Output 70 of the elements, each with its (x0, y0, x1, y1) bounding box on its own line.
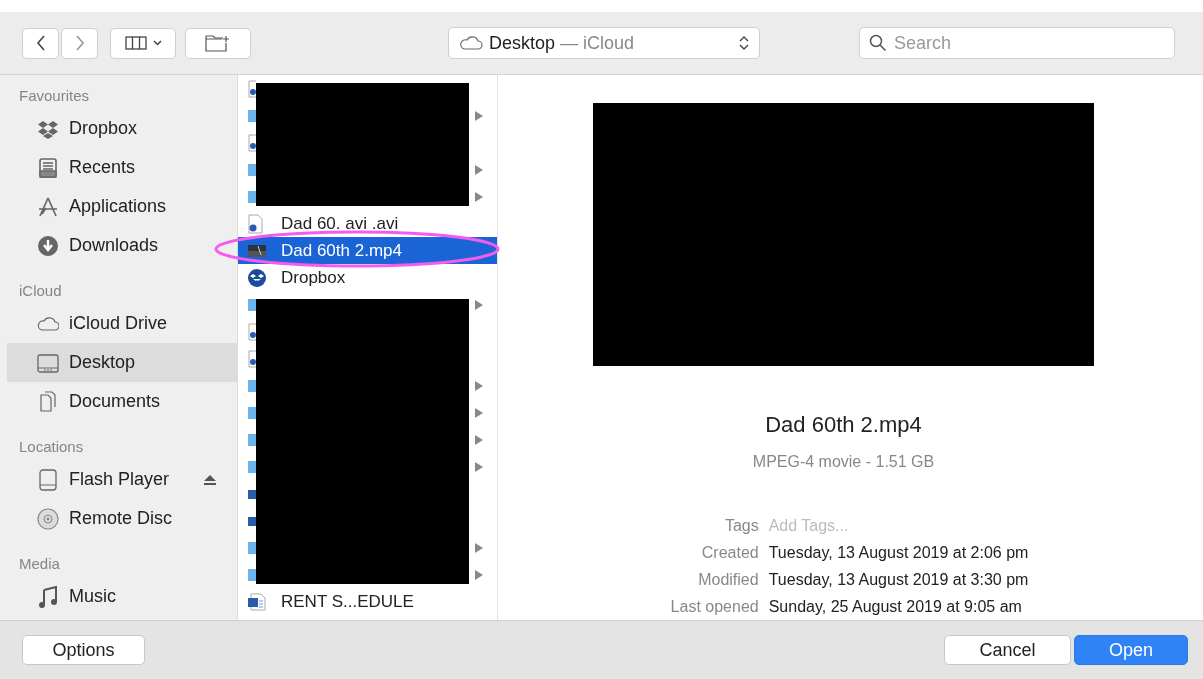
disclosure-icon (475, 191, 483, 202)
field-label: Last opened (670, 597, 759, 617)
file-info: MPEG-4 movie - 1.51 GB (752, 452, 935, 472)
section-header: Locations (18, 437, 85, 458)
new-folder-icon (205, 34, 231, 52)
file-row[interactable]: RENT S...EDULE (238, 588, 497, 615)
cloud-icon (459, 36, 483, 50)
caret-icon (152, 40, 162, 46)
doc-icon (248, 79, 256, 98)
documents-icon (37, 390, 59, 413)
file-name: Dad 60th 2.mp4 (765, 411, 922, 439)
sidebar-item[interactable]: Applications (7, 187, 237, 226)
field-label: Tags (723, 516, 759, 536)
disc-icon (37, 507, 59, 530)
location-label: Desktop — iCloud (489, 31, 635, 55)
section-header: iCloud (18, 281, 63, 302)
view-button[interactable] (110, 27, 176, 59)
downloads-icon (37, 234, 59, 257)
disclosure-icon (475, 434, 483, 445)
sidebar-item[interactable]: Recents (7, 148, 237, 187)
field-value: Tuesday, 13 August 2019 at 3:30 pm (768, 570, 1029, 590)
desktop-icon (37, 351, 59, 374)
back-icon (35, 35, 46, 51)
eject-icon[interactable] (203, 473, 217, 486)
disclosure-icon (475, 569, 483, 580)
word-file-icon (247, 591, 267, 612)
sidebar-item[interactable]: Documents (7, 382, 237, 421)
dialog-button[interactable]: Open (1074, 635, 1188, 665)
new-folder-button[interactable] (185, 27, 251, 59)
search-icon (869, 34, 887, 52)
stepper-icon (739, 35, 749, 51)
disclosure-icon (475, 110, 483, 121)
section-header: Favourites (18, 86, 91, 107)
disclosure-icon (475, 299, 483, 310)
sidebar-item[interactable]: Flash Player (7, 460, 237, 499)
recents-icon (37, 156, 59, 179)
field-label: Modified (697, 570, 759, 590)
field-label: Created (700, 543, 759, 563)
back-button[interactable] (22, 27, 59, 59)
disclosure-icon (475, 164, 483, 175)
disclosure-icon (475, 380, 483, 391)
location-popup[interactable]: Desktop — iCloud (448, 27, 760, 59)
sidebar-item[interactable]: Desktop (7, 343, 237, 382)
file-row[interactable]: Dad 60. avi .avi (238, 210, 497, 237)
field-value: Tuesday, 13 August 2019 at 2:06 pm (768, 543, 1029, 563)
tags-field[interactable]: Add Tags... (768, 512, 969, 539)
file-row[interactable]: Dropbox (238, 264, 497, 291)
forward-icon (74, 35, 85, 51)
dialog-button[interactable]: Options (22, 635, 145, 665)
columns-icon (124, 36, 147, 50)
applications-icon (37, 195, 59, 218)
disclosure-icon (475, 407, 483, 418)
section-header: Media (18, 554, 61, 575)
field-value: Sunday, 25 August 2019 at 9:05 am (768, 597, 1023, 617)
sidebar-item[interactable]: Dropbox (7, 109, 237, 148)
dropbox-file-icon (247, 267, 267, 288)
sidebar-item[interactable]: Remote Disc (7, 499, 237, 538)
file-row[interactable]: Dad 60th 2.mp4 (238, 237, 497, 264)
sidebar-item[interactable]: Music (7, 577, 237, 616)
search-field[interactable]: Search (859, 27, 1175, 59)
sidebar-item[interactable]: iCloud Drive (7, 304, 237, 343)
doc-icon (248, 133, 256, 152)
dialog-button[interactable]: Cancel (944, 635, 1071, 665)
drive-icon (37, 468, 59, 491)
disclosure-icon (475, 542, 483, 553)
disclosure-icon (475, 461, 483, 472)
doc-icon (248, 349, 256, 368)
music-icon (37, 585, 59, 608)
doc-icon (248, 322, 256, 341)
sidebar-item[interactable]: Downloads (7, 226, 237, 265)
